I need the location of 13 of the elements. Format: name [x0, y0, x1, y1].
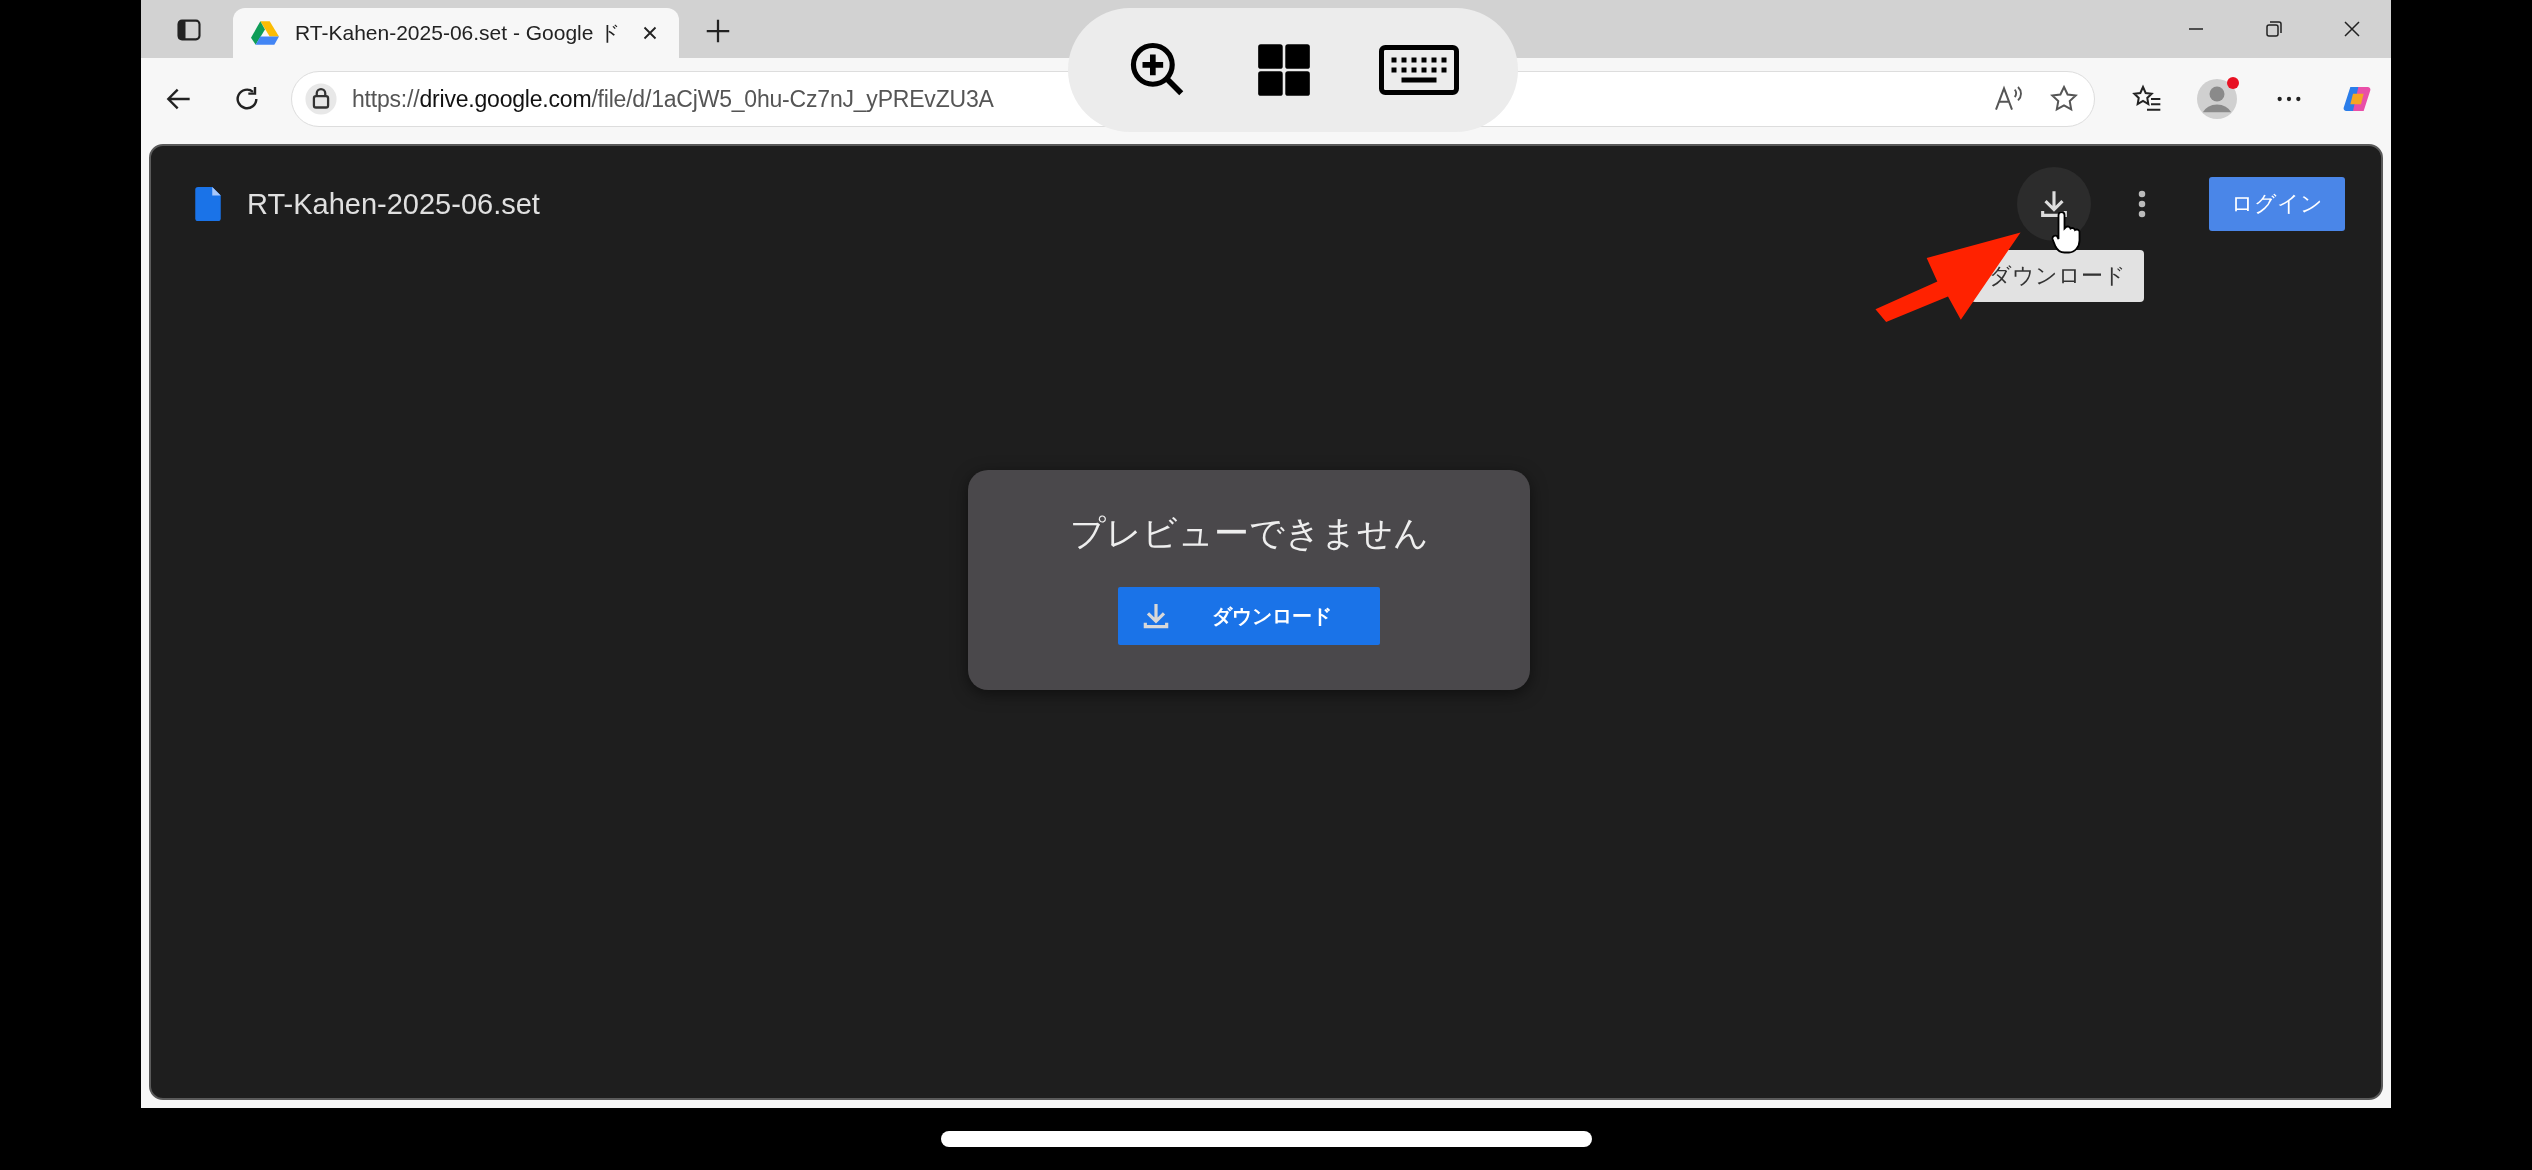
drive-logo-icon [251, 20, 279, 46]
file-icon [195, 187, 221, 221]
login-button[interactable]: ログイン [2209, 177, 2345, 231]
download-button[interactable]: ダウンロード [1118, 587, 1380, 645]
more-icon[interactable] [2137, 189, 2147, 219]
hand-cursor-icon [2051, 212, 2081, 254]
profile-avatar-icon[interactable] [2197, 79, 2237, 119]
file-name: RT-Kahen-2025-06.set [247, 187, 540, 221]
browser-tab[interactable]: RT-Kahen-2025-06.set - Google ド [233, 8, 679, 58]
lock-icon[interactable] [304, 82, 338, 116]
tab-title: RT-Kahen-2025-06.set - Google ド [295, 20, 623, 46]
url-text: https://drive.google.com/file/d/1aCjW5_0hu-Cz7nJ_yPREvZU3A [352, 85, 994, 113]
preview-message: プレビューできません [1069, 512, 1429, 554]
